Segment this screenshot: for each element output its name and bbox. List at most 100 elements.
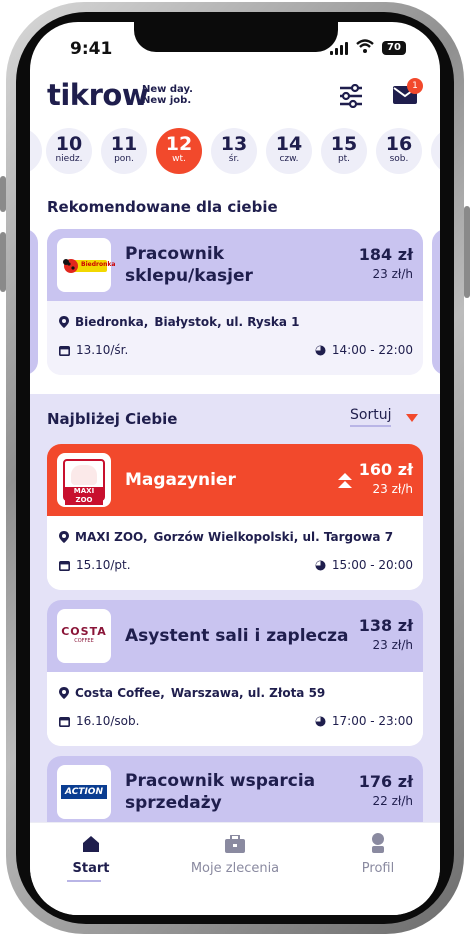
card-details: Costa Coffee, Warszawa, ul. Złota 59 16.… — [47, 672, 423, 746]
date-weekday: śr. — [228, 154, 240, 164]
job-date: 13.10/śr. — [59, 343, 128, 357]
job-card-recommended[interactable]: Biedronka Pracownik sklepu/kasjer 184 zł… — [47, 229, 423, 375]
date-number: 16 — [385, 133, 413, 155]
job-date: 15.10/pt. — [59, 558, 131, 572]
date-weekday: sob. — [389, 154, 409, 164]
location-pin-icon — [59, 316, 69, 328]
date-weekday: pt. — [337, 154, 351, 164]
job-title: Magazynier — [125, 470, 236, 490]
biedronka-logo-text: Biedronka — [81, 261, 116, 268]
date-16[interactable]: 16 sob. — [376, 128, 422, 174]
date-partial-right[interactable] — [431, 128, 440, 174]
costa-logo: COSTA COFFEE — [57, 609, 111, 663]
side-button-right — [464, 206, 470, 298]
hours-text: 14:00 - 22:00 — [331, 343, 413, 357]
costa-logo-subtext: COFFEE — [74, 638, 94, 644]
date-10[interactable]: 10 niedz. — [46, 128, 92, 174]
card-details: MAXI ZOO, Gorzów Wielkopolski, ul. Targo… — [47, 516, 423, 590]
filter-icon[interactable] — [338, 84, 364, 108]
job-title: Asystent sali i zaplecza — [125, 626, 349, 646]
date-text: 13.10/śr. — [76, 343, 129, 357]
date-number: 13 — [220, 133, 248, 155]
job-title: Pracownik wsparcia sprzedaży — [125, 771, 316, 813]
bottom-tab-bar: Start Moje zlecenia Profil — [30, 822, 440, 915]
app-screen: 9:41 70 tikrow New day. New job. 1 10 ni… — [30, 22, 440, 915]
location-brand: Biedronka, — [75, 315, 149, 329]
mail-badge: 1 — [407, 78, 423, 94]
active-tab-indicator — [67, 880, 101, 882]
job-hours: 15:00 - 20:00 — [315, 558, 413, 572]
calendar-icon — [59, 345, 70, 356]
job-price: 176 zł — [358, 772, 413, 791]
battery-icon: 70 — [382, 41, 406, 55]
date-number: 11 — [110, 133, 138, 155]
trending-up-icon — [338, 473, 352, 488]
date-number: 14 — [275, 133, 303, 155]
date-weekday: czw. — [279, 154, 299, 164]
location-pin-icon — [59, 687, 69, 699]
location-brand: MAXI ZOO, — [75, 530, 148, 544]
sort-arrow-icon[interactable] — [406, 414, 418, 422]
tagline-line-2: New job. — [142, 95, 192, 106]
job-card-nearby-1[interactable]: MAXI ZOO Magazynier 160 zł 23 zł/h MAXI … — [47, 444, 423, 590]
app-header: tikrow New day. New job. 1 — [30, 78, 440, 122]
date-11[interactable]: 11 pon. — [101, 128, 147, 174]
date-weekday: pon. — [114, 154, 134, 164]
card-partial-right[interactable] — [432, 229, 440, 375]
date-text: 16.10/sob. — [76, 714, 140, 728]
location-address: Gorzów Wielkopolski, ul. Targowa 7 — [153, 530, 394, 544]
tab-label: Profil — [361, 861, 395, 876]
date-partial-left[interactable] — [30, 128, 42, 174]
date-number: 10 — [55, 133, 83, 155]
job-price: 138 zł — [358, 616, 413, 635]
job-card-nearby-2[interactable]: COSTA COFFEE Asystent sali i zaplecza 13… — [47, 600, 423, 746]
job-price: 160 zł — [358, 460, 413, 479]
maxizoo-logo: MAXI ZOO — [57, 453, 111, 507]
side-button-left-2 — [0, 232, 6, 292]
action-logo-text: ACTION — [61, 785, 107, 799]
job-location: MAXI ZOO, Gorzów Wielkopolski, ul. Targo… — [59, 530, 393, 544]
job-price: 184 zł — [358, 245, 413, 264]
clock-icon — [315, 716, 326, 726]
location-brand: Costa Coffee, — [75, 686, 165, 700]
tab-start[interactable]: Start — [30, 823, 159, 893]
calendar-icon — [59, 716, 70, 727]
costa-logo-text: COSTA — [61, 625, 107, 638]
tikrow-logo: tikrow — [47, 78, 149, 112]
job-location: Biedronka, Białystok, ul. Ryska 1 — [59, 315, 299, 329]
tab-moje-zlecenia[interactable]: Moje zlecenia — [167, 823, 303, 893]
dog-cat-icon — [71, 465, 97, 485]
home-icon — [83, 836, 99, 852]
profile-icon — [372, 833, 384, 853]
tab-profil[interactable]: Profil — [310, 823, 440, 893]
job-date: 16.10/sob. — [59, 714, 139, 728]
date-text: 15.10/pt. — [76, 558, 131, 572]
date-14[interactable]: 14 czw. — [266, 128, 312, 174]
location-pin-icon — [59, 531, 69, 543]
card-partial-left[interactable] — [30, 229, 38, 375]
job-rate: 23 zł/h — [372, 267, 413, 281]
job-rate: 22 zł/h — [372, 794, 413, 808]
biedronka-logo: Biedronka — [57, 238, 115, 292]
tagline-line-1: New day. — [142, 84, 193, 95]
briefcase-icon — [225, 835, 245, 853]
action-logo: ACTION — [57, 765, 111, 819]
job-rate: 23 zł/h — [372, 638, 413, 652]
hours-text: 15:00 - 20:00 — [331, 558, 413, 572]
date-15[interactable]: 15 pt. — [321, 128, 367, 174]
side-button-left — [0, 176, 6, 212]
wifi-icon — [356, 39, 374, 53]
maxizoo-logo-text: MAXI ZOO — [65, 487, 103, 505]
date-13[interactable]: 13 śr. — [211, 128, 257, 174]
tab-label: Start — [72, 861, 110, 876]
tagline: New day. New job. — [142, 84, 193, 106]
date-12-selected[interactable]: 12 wt. — [156, 128, 202, 174]
date-weekday: niedz. — [55, 154, 83, 164]
date-number: 12 — [165, 133, 193, 155]
calendar-icon — [59, 560, 70, 571]
sort-button[interactable]: Sortuj — [350, 407, 392, 427]
job-hours: 14:00 - 22:00 — [315, 343, 413, 357]
job-location: Costa Coffee, Warszawa, ul. Złota 59 — [59, 686, 325, 700]
tab-label: Moje zlecenia — [190, 861, 280, 876]
nearby-title: Najbliżej Ciebie — [47, 410, 178, 428]
